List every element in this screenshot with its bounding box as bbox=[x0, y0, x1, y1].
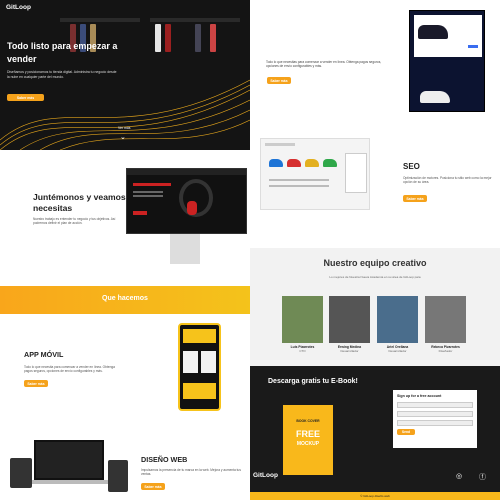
headline-bar bbox=[133, 183, 171, 186]
app-button[interactable]: Saber más bbox=[24, 380, 48, 387]
shoe-image bbox=[305, 159, 319, 167]
text-line bbox=[133, 195, 163, 197]
tablet bbox=[108, 460, 128, 492]
side-card bbox=[345, 153, 367, 193]
web-title: DISEÑO WEB bbox=[141, 455, 188, 464]
chevron-down-icon[interactable]: ⌄ bbox=[120, 133, 126, 141]
app-title: APP MÓVIL bbox=[24, 350, 64, 359]
app-card bbox=[201, 351, 216, 373]
clothes bbox=[165, 24, 171, 52]
clothes bbox=[155, 24, 161, 52]
scroll-label[interactable]: Ver más bbox=[118, 126, 130, 130]
laptop-base bbox=[26, 480, 112, 484]
team-subtitle: Lo mejores de Nuestra Nueva Academia en … bbox=[329, 275, 421, 279]
book-main-text: FREE bbox=[295, 429, 320, 439]
web-text: Impulsamos la presencia de tu marca en l… bbox=[141, 468, 241, 477]
email-field[interactable] bbox=[397, 411, 473, 417]
app-banner bbox=[183, 383, 216, 399]
web-button[interactable]: Saber más bbox=[141, 483, 165, 490]
team-member: Rebeca Pizarrotes Diseñador bbox=[425, 296, 466, 353]
hero-text: Diseñamos y posicionamos tu tienda digit… bbox=[7, 70, 117, 79]
facebook-icon[interactable]: ⓕ bbox=[479, 472, 486, 482]
phone-mockup bbox=[178, 323, 221, 411]
hero-button[interactable]: Saber más bbox=[7, 94, 44, 101]
store-shelf bbox=[150, 18, 240, 22]
footer-strip: © GitLoop diseño web bbox=[250, 492, 500, 500]
name-field[interactable] bbox=[397, 402, 473, 408]
text-line bbox=[133, 191, 163, 193]
book-top-text: BOOK COVER bbox=[296, 419, 320, 423]
nav-arma[interactable]: Arma bbox=[465, 5, 472, 9]
app-card bbox=[183, 351, 198, 373]
member-role: CTO bbox=[299, 349, 306, 353]
monitor-mockup bbox=[126, 168, 247, 234]
team-member: Erwing Medina Desarrollador bbox=[329, 296, 370, 353]
app-header bbox=[183, 329, 216, 343]
instagram-icon[interactable]: ◎ bbox=[456, 472, 462, 480]
shoe-image bbox=[269, 159, 283, 167]
seo-text: Optimización de motores. Posiciona tu si… bbox=[403, 176, 492, 185]
seo-title: SEO bbox=[403, 162, 420, 171]
tablet bbox=[10, 458, 32, 488]
team-title: Nuestro equipo creativo bbox=[323, 258, 427, 268]
meet-text: Nuestro trabajo es entender tu negocio y… bbox=[33, 217, 116, 226]
seo-mockup bbox=[260, 138, 370, 210]
shoe-image bbox=[287, 159, 301, 167]
ebook-cover: BOOK COVER FREE MOCKUP bbox=[283, 405, 333, 475]
devices-mockup bbox=[10, 440, 128, 498]
logo[interactable]: GitLoop bbox=[6, 4, 31, 11]
shoe-image bbox=[420, 91, 450, 103]
avatar bbox=[329, 296, 370, 343]
team-member: Ariel Orellana Desarrollador bbox=[377, 296, 418, 353]
member-role: Desarrollador bbox=[340, 349, 359, 353]
signup-form: Sign up for a free account Send bbox=[393, 390, 477, 448]
services-title: Que hacemos bbox=[102, 295, 148, 302]
shoe-image bbox=[418, 25, 448, 39]
seo-button[interactable]: Saber más bbox=[403, 195, 427, 202]
ecommerce-button[interactable]: Saber más bbox=[267, 77, 291, 84]
phone-field[interactable] bbox=[397, 420, 473, 426]
team-member: Luis Pizarrotes CTO bbox=[282, 296, 323, 353]
hero-title: Todo listo para empezar a vender bbox=[7, 41, 118, 64]
avatar bbox=[377, 296, 418, 343]
book-bottom-text: MOCKUP bbox=[296, 441, 320, 447]
nav-templates[interactable]: Templates bbox=[439, 5, 453, 9]
top-nav: Home Templates Arma Help bbox=[419, 5, 490, 9]
buy-chip bbox=[468, 45, 478, 48]
monitor-stand bbox=[170, 234, 200, 264]
send-button[interactable]: Send bbox=[397, 429, 415, 435]
avatar bbox=[425, 296, 466, 343]
footer-logo[interactable]: GitLoop bbox=[253, 472, 278, 479]
headphones-cup bbox=[187, 201, 197, 215]
laptop-screen bbox=[34, 440, 104, 480]
store-shelf bbox=[60, 18, 140, 22]
member-role: Diseñador bbox=[438, 349, 453, 353]
member-role: Desarrollador bbox=[388, 349, 407, 353]
text-line bbox=[269, 179, 329, 181]
nav-home[interactable]: Home bbox=[419, 5, 427, 9]
avatar bbox=[282, 296, 323, 343]
nav-help[interactable]: Help bbox=[484, 5, 490, 9]
ebook-title: Descarga gratis tu E-Book! bbox=[268, 378, 358, 385]
text-line bbox=[269, 185, 329, 187]
cta-bar bbox=[133, 211, 147, 215]
app-text: Todo lo que necesita para comenzar a ven… bbox=[24, 365, 115, 374]
shop-mockup bbox=[409, 10, 485, 112]
form-title: Sign up for a free account bbox=[397, 394, 442, 398]
ecommerce-text: Todo lo que necesitas para comenzar a ve… bbox=[266, 60, 382, 69]
monitor-header bbox=[127, 169, 246, 175]
search-bar bbox=[265, 143, 295, 146]
clothes bbox=[210, 24, 216, 52]
clothes bbox=[195, 24, 201, 52]
shoe-image bbox=[323, 159, 337, 167]
